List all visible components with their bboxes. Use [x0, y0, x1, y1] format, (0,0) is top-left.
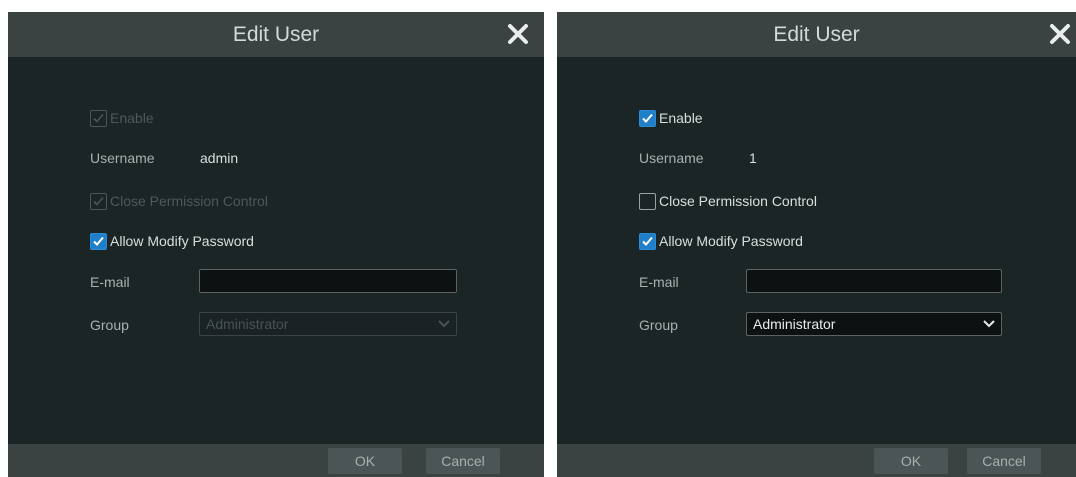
group-select-value: Administrator: [753, 316, 836, 332]
email-input[interactable]: [199, 269, 457, 293]
check-icon: [93, 196, 104, 206]
close-permission-checkbox[interactable]: [90, 192, 107, 210]
username-row: Username 1: [639, 147, 757, 169]
allow-modify-label: Allow Modify Password: [659, 233, 803, 249]
email-label: E-mail: [90, 274, 130, 290]
chevron-down-icon: [983, 320, 995, 328]
check-icon: [642, 236, 653, 246]
enable-checkbox[interactable]: [90, 109, 107, 127]
username-value: 1: [749, 150, 757, 166]
dialog-footer: OK Cancel: [557, 444, 1076, 477]
dialog-titlebar: Edit User: [8, 12, 544, 57]
group-row: Group: [90, 314, 200, 336]
allow-modify-checkbox[interactable]: [639, 232, 656, 250]
screenshot-stage: Edit User Enable Username admin Close Pe…: [0, 0, 1076, 477]
close-permission-row: Close Permission Control: [90, 190, 268, 212]
cancel-button[interactable]: Cancel: [426, 448, 500, 474]
group-select[interactable]: Administrator: [746, 312, 1002, 336]
close-permission-checkbox[interactable]: [639, 192, 656, 210]
allow-modify-row: Allow Modify Password: [90, 230, 254, 252]
allow-modify-label: Allow Modify Password: [110, 233, 254, 249]
close-button[interactable]: [1046, 20, 1074, 48]
enable-row: Enable: [90, 107, 154, 129]
username-value: admin: [200, 150, 239, 166]
ok-button[interactable]: OK: [328, 448, 402, 474]
close-button[interactable]: [504, 20, 532, 48]
allow-modify-checkbox[interactable]: [90, 232, 107, 250]
close-permission-row: Close Permission Control: [639, 190, 817, 212]
username-label: Username: [90, 150, 155, 166]
enable-label: Enable: [659, 110, 703, 126]
group-label: Group: [639, 317, 678, 333]
dialog-title: Edit User: [232, 23, 320, 46]
check-icon: [93, 236, 104, 246]
allow-modify-row: Allow Modify Password: [639, 230, 803, 252]
close-icon: [508, 24, 528, 44]
email-row: E-mail: [639, 271, 749, 293]
close-permission-label: Close Permission Control: [659, 193, 817, 209]
check-icon: [93, 113, 104, 123]
group-label: Group: [90, 317, 129, 333]
group-select-value: Administrator: [206, 316, 289, 332]
ok-button[interactable]: OK: [874, 448, 948, 474]
group-select[interactable]: Administrator: [199, 312, 457, 336]
dialog-title: Edit User: [773, 23, 860, 46]
edit-user-dialog-user: Edit User Enable Username 1 Close Permis…: [557, 12, 1076, 477]
dialog-footer: OK Cancel: [8, 444, 544, 477]
check-icon: [642, 113, 653, 123]
enable-row: Enable: [639, 107, 703, 129]
chevron-down-icon: [438, 320, 450, 328]
enable-checkbox[interactable]: [639, 109, 656, 127]
edit-user-dialog-admin: Edit User Enable Username admin Close Pe…: [8, 12, 544, 477]
username-row: Username admin: [90, 147, 238, 169]
close-icon: [1050, 24, 1070, 44]
close-permission-label: Close Permission Control: [110, 193, 268, 209]
cancel-button[interactable]: Cancel: [967, 448, 1041, 474]
dialog-titlebar: Edit User: [557, 12, 1076, 57]
email-row: E-mail: [90, 271, 200, 293]
group-row: Group: [639, 314, 749, 336]
enable-label: Enable: [110, 110, 154, 126]
email-label: E-mail: [639, 274, 679, 290]
username-label: Username: [639, 150, 704, 166]
email-input[interactable]: [746, 269, 1002, 293]
